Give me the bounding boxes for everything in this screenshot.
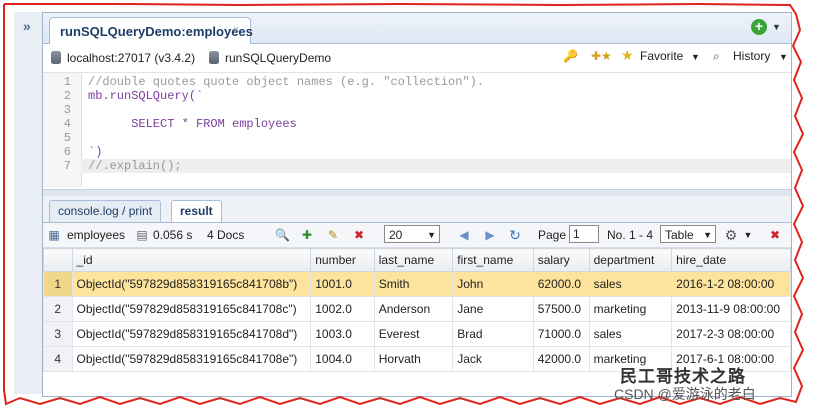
torn-edge-border xyxy=(3,2,805,406)
watermark-author: CSDN @爱游泳的老白 xyxy=(614,386,756,402)
app-frame: » runSQLQueryDemo:employees × + ▼ localh… xyxy=(0,0,817,414)
